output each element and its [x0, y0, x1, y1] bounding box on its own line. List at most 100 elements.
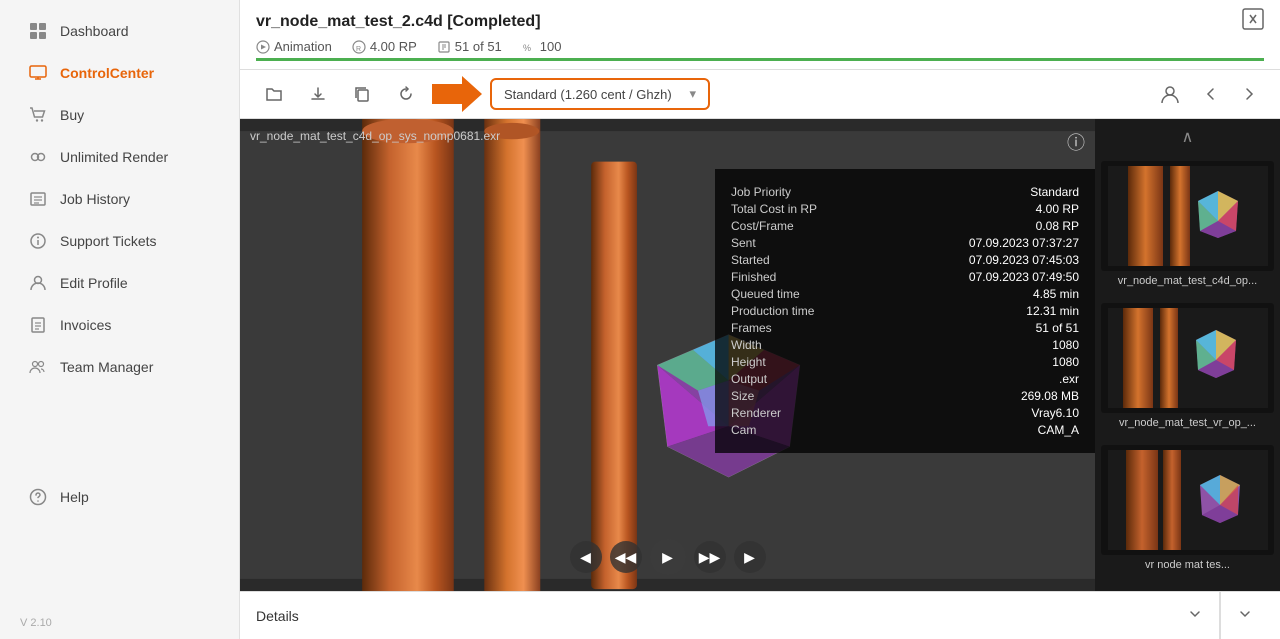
sidebar-item-jobhistory[interactable]: Job History — [8, 179, 231, 219]
info-label-cam: Cam — [731, 423, 901, 437]
info-value-jobpriority: Standard — [909, 185, 1079, 199]
cart-icon — [28, 105, 48, 125]
sidebar: Dashboard ControlCenter Buy Unlimit — [0, 0, 240, 639]
next-fast-button[interactable]: ▶▶ — [694, 541, 726, 573]
info-value-cam: CAM_A — [909, 423, 1079, 437]
info-label-costframe: Cost/Frame — [731, 219, 901, 233]
right-panel: ∧ — [1095, 119, 1280, 591]
rp-label: R 4.00 RP — [352, 39, 417, 54]
history-icon — [28, 189, 48, 209]
team-icon — [28, 357, 48, 377]
info-label-production: Production time — [731, 304, 901, 318]
sidebar-label-unlimited: Unlimited Render — [60, 149, 168, 165]
invoice-icon — [28, 315, 48, 335]
thumbnail-item-2[interactable]: vr_node_mat_test_vr_op_... — [1095, 297, 1280, 439]
thumbnail-image-1 — [1101, 161, 1274, 271]
svg-text:R: R — [356, 46, 361, 53]
info-label-output: Output — [731, 372, 901, 386]
viewer-filename: vr_node_mat_test_c4d_op_sys_nomp0681.exr — [250, 129, 500, 143]
play-button[interactable]: ▶ — [650, 539, 686, 575]
sidebar-label-team: Team Manager — [60, 359, 153, 375]
info-label-sent: Sent — [731, 236, 901, 250]
sidebar-item-buy[interactable]: Buy — [8, 95, 231, 135]
sidebar-label-invoices: Invoices — [60, 317, 111, 333]
chevron-down-icon: ▾ — [689, 86, 696, 102]
help-icon — [28, 487, 48, 507]
info-value-totalcost: 4.00 RP — [909, 202, 1079, 216]
info-value-height: 1080 — [909, 355, 1079, 369]
sidebar-item-invoices[interactable]: Invoices — [8, 305, 231, 345]
sidebar-item-unlimited[interactable]: Unlimited Render — [8, 137, 231, 177]
user-icon — [28, 273, 48, 293]
thumbnail-item-3[interactable]: vr node mat tes... — [1095, 439, 1280, 581]
viewer-controls: ◀ ◀◀ ▶ ▶▶ ▶ — [570, 539, 766, 575]
info-value-width: 1080 — [909, 338, 1079, 352]
info-value-production: 12.31 min — [909, 304, 1079, 318]
extra-details-button[interactable] — [1220, 592, 1280, 639]
sidebar-item-help[interactable]: Help — [8, 477, 231, 517]
info-label-renderer: Renderer — [731, 406, 901, 420]
orange-arrow — [432, 76, 482, 112]
folder-button[interactable] — [256, 76, 292, 112]
info-value-size: 269.08 MB — [909, 389, 1079, 403]
info-icon[interactable]: ⓘ — [1067, 129, 1085, 155]
info-overlay: Job Priority Standard Total Cost in RP 4… — [715, 169, 1095, 453]
next-frame-button[interactable]: ▶ — [734, 541, 766, 573]
sidebar-item-editprofile[interactable]: Edit Profile — [8, 263, 231, 303]
infinity-icon — [28, 147, 48, 167]
download-button[interactable] — [300, 76, 336, 112]
grid-icon — [28, 21, 48, 41]
prev-nav-button[interactable] — [1196, 79, 1226, 109]
info-value-frames: 51 of 51 — [909, 321, 1079, 335]
job-title: vr_node_mat_test_2.c4d [Completed] — [256, 13, 541, 31]
info-value-sent: 07.09.2023 07:37:27 — [909, 236, 1079, 250]
render-type-dropdown[interactable]: Standard (1.260 cent / Ghzh) ▾ — [490, 78, 710, 110]
ticket-icon — [28, 231, 48, 251]
progress-label: % 100 — [522, 39, 562, 54]
prev-fast-button[interactable]: ◀◀ — [610, 541, 642, 573]
details-footer: Details — [240, 591, 1280, 639]
details-label: Details — [256, 608, 299, 624]
sidebar-label-editprofile: Edit Profile — [60, 275, 128, 291]
content-area: vr_node_mat_test_c4d_op_sys_nomp0681.exr… — [240, 119, 1280, 591]
progress-bar — [256, 58, 1264, 61]
sidebar-label-dashboard: Dashboard — [60, 23, 129, 39]
next-nav-button[interactable] — [1234, 79, 1264, 109]
exit-icon[interactable] — [1242, 8, 1264, 35]
monitor-icon — [28, 63, 48, 83]
version-label: V 2.10 — [0, 607, 239, 639]
info-label-finished: Finished — [731, 270, 901, 284]
person-button[interactable] — [1152, 76, 1188, 112]
details-button[interactable]: Details — [240, 592, 1220, 639]
sidebar-item-controlcenter[interactable]: ControlCenter — [8, 53, 231, 93]
sidebar-label-jobhistory: Job History — [60, 191, 130, 207]
sidebar-item-tickets[interactable]: Support Tickets — [8, 221, 231, 261]
thumbnail-image-3 — [1101, 445, 1274, 555]
copy-button[interactable] — [344, 76, 380, 112]
info-label-width: Width — [731, 338, 901, 352]
frames-label: 51 of 51 — [437, 39, 502, 54]
main-area: vr_node_mat_test_2.c4d [Completed] Anima… — [240, 0, 1280, 639]
info-value-output: .exr — [909, 372, 1079, 386]
send-arrow-container — [432, 76, 482, 112]
refresh-button[interactable] — [388, 76, 424, 112]
thumbnail-label-2: vr_node_mat_test_vr_op_... — [1101, 413, 1274, 433]
header-meta: Animation R 4.00 RP 51 of 51 % 100 — [256, 39, 1264, 54]
panel-collapse-icon[interactable]: ∧ — [1182, 127, 1194, 147]
info-label-size: Size — [731, 389, 901, 403]
info-label-height: Height — [731, 355, 901, 369]
animation-label: Animation — [256, 39, 332, 54]
info-label-started: Started — [731, 253, 901, 267]
sidebar-label-controlcenter: ControlCenter — [60, 65, 154, 81]
sidebar-label-help: Help — [60, 489, 89, 505]
sidebar-item-dashboard[interactable]: Dashboard — [8, 11, 231, 51]
sidebar-item-team[interactable]: Team Manager — [8, 347, 231, 387]
thumbnail-item-1[interactable]: vr_node_mat_test_c4d_op... — [1095, 155, 1280, 297]
prev-frame-button[interactable]: ◀ — [570, 541, 602, 573]
dropdown-label: Standard (1.260 cent / Ghzh) — [504, 87, 672, 102]
extra-chevron-down-icon — [1237, 606, 1253, 625]
info-value-queued: 4.85 min — [909, 287, 1079, 301]
thumbnail-image-2 — [1101, 303, 1274, 413]
info-label-jobpriority: Job Priority — [731, 185, 901, 199]
sidebar-label-tickets: Support Tickets — [60, 233, 157, 249]
